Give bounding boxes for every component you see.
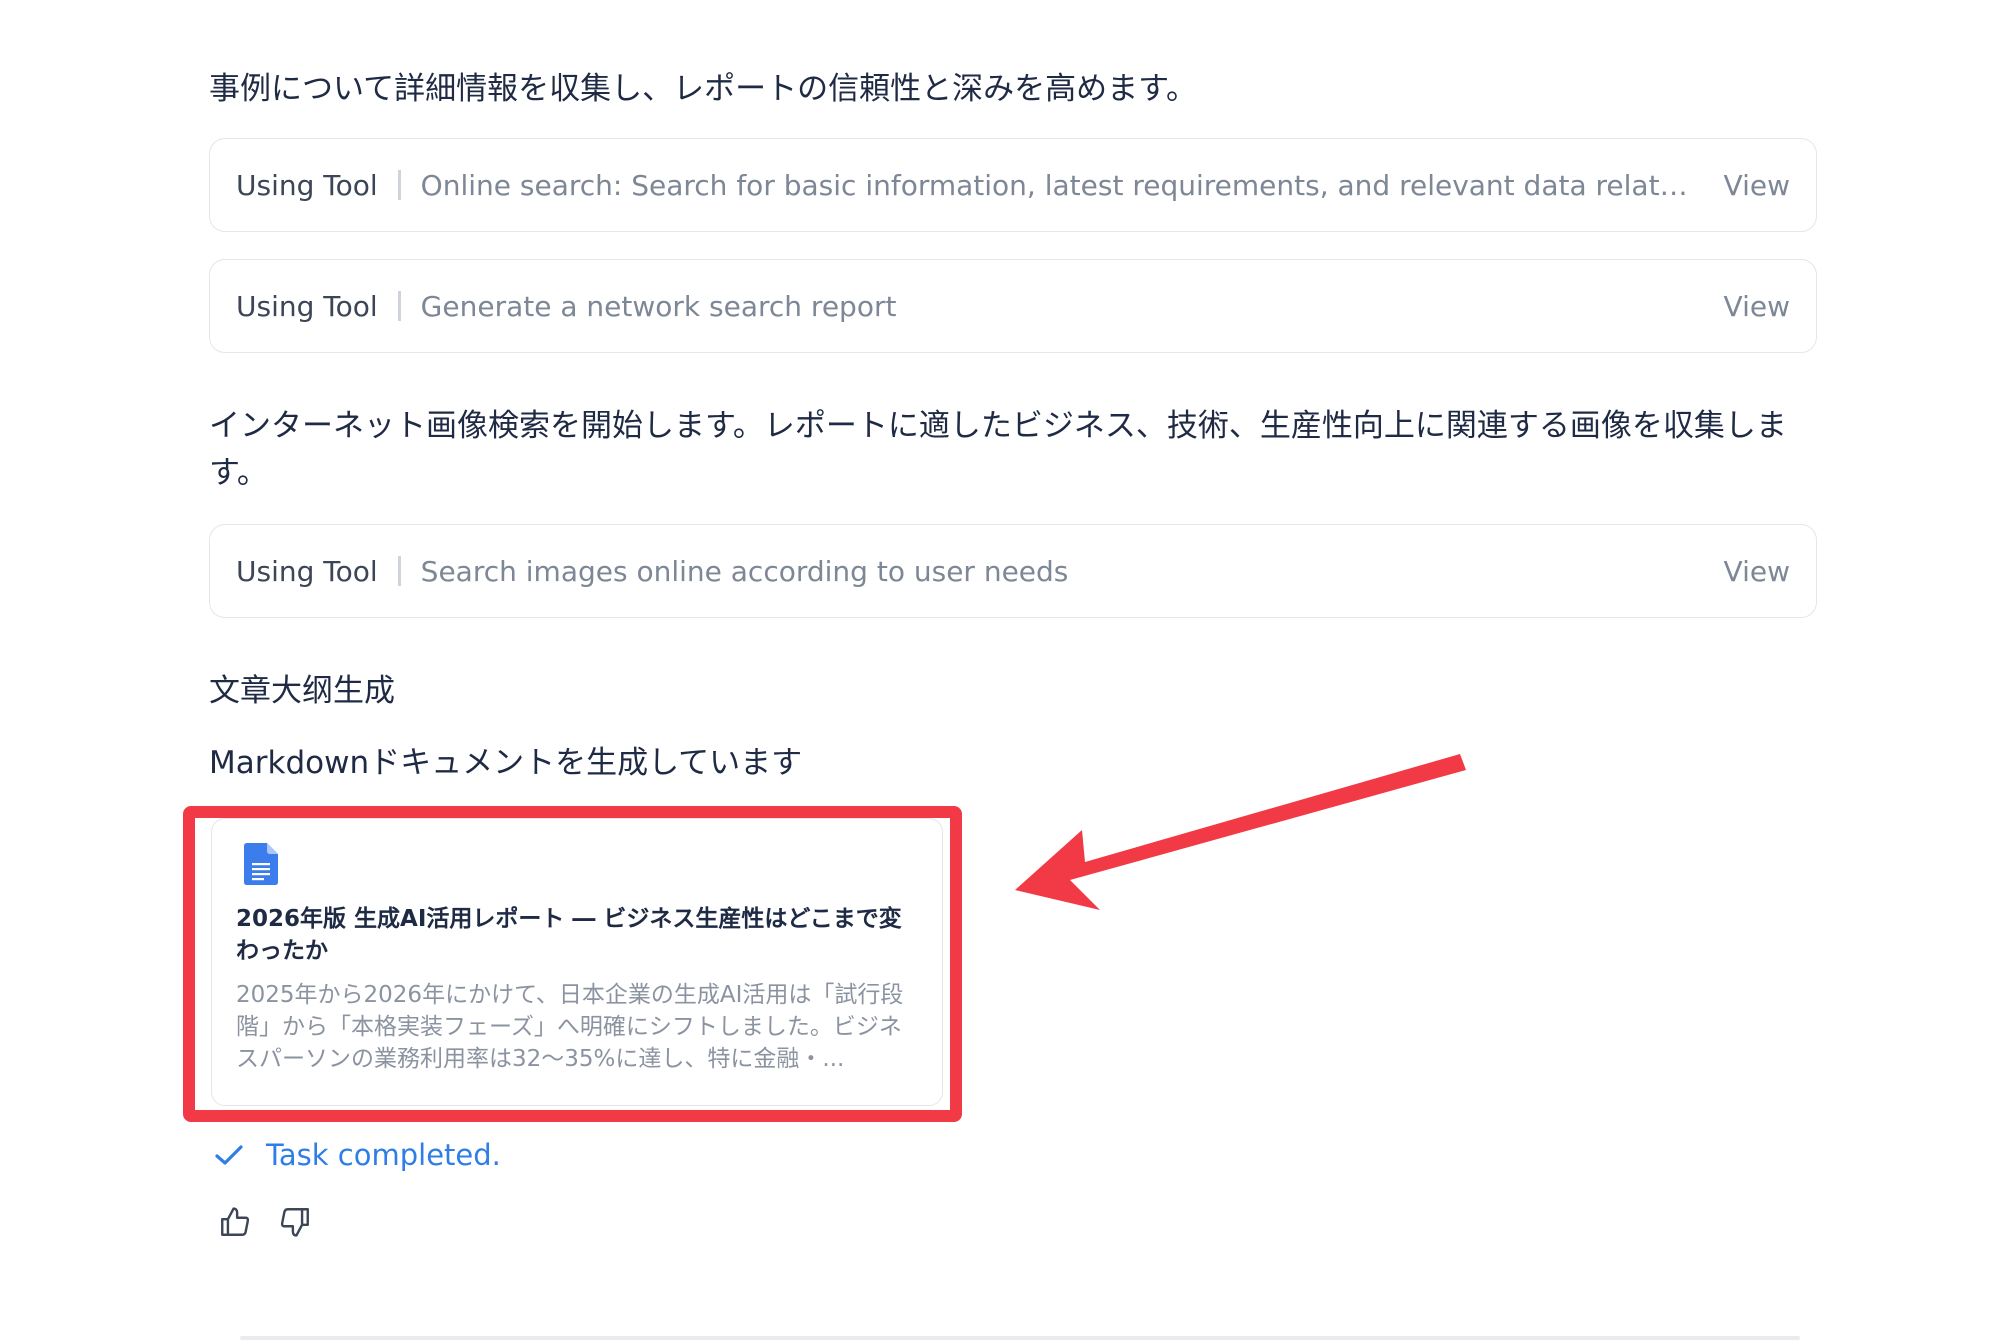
tool-call-online-search[interactable]: Using Tool Online search: Search for bas… <box>209 138 1817 232</box>
feedback-bar <box>218 1205 312 1239</box>
view-button[interactable]: View <box>1724 555 1790 588</box>
status-text: Task completed. <box>266 1138 501 1172</box>
outline-message: 文章大纲生成 <box>209 673 395 709</box>
thumbs-up-icon[interactable] <box>218 1205 252 1239</box>
view-button[interactable]: View <box>1724 290 1790 323</box>
document-summary: 2025年から2026年にかけて、日本企業の生成AI活用は「試行段階」から「本格… <box>236 982 904 1072</box>
chat-page: 事例について詳細情報を収集し、レポートの信頼性と深みを高めます。 Using T… <box>0 0 1998 1340</box>
intro-message: 事例について詳細情報を収集し、レポートの信頼性と深みを高めます。 <box>209 71 1197 107</box>
tool-separator <box>397 291 401 321</box>
view-button[interactable]: View <box>1724 169 1790 202</box>
tool-description: Generate a network search report <box>420 289 897 323</box>
tool-label: Using Tool <box>236 168 378 202</box>
check-icon <box>215 1145 243 1165</box>
document-card[interactable]: 2026年版 生成AI活用レポート ― ビジネス生産性はどこまで変わったか 20… <box>211 818 943 1106</box>
document-icon <box>244 843 278 885</box>
tool-call-image-search[interactable]: Using Tool Search images online accordin… <box>209 524 1817 618</box>
tool-label: Using Tool <box>236 289 378 323</box>
task-status: Task completed. <box>214 1138 501 1172</box>
image-search-message: インターネット画像検索を開始します。レポートに適したビジネス、技術、生産性向上に… <box>209 408 1787 491</box>
tool-separator <box>397 556 401 586</box>
tool-description: Search images online according to user n… <box>420 554 1069 588</box>
tool-separator <box>397 170 401 200</box>
tool-label: Using Tool <box>236 554 378 588</box>
input-area-edge <box>240 1336 1800 1340</box>
document-title: 2026年版 生成AI活用レポート ― ビジネス生産性はどこまで変わったか <box>236 906 902 964</box>
tool-description: Online search: Search for basic informat… <box>420 168 1700 202</box>
tool-call-search-report[interactable]: Using Tool Generate a network search rep… <box>209 259 1817 353</box>
markdown-message: Markdownドキュメントを生成しています <box>209 745 803 781</box>
thumbs-down-icon[interactable] <box>278 1205 312 1239</box>
